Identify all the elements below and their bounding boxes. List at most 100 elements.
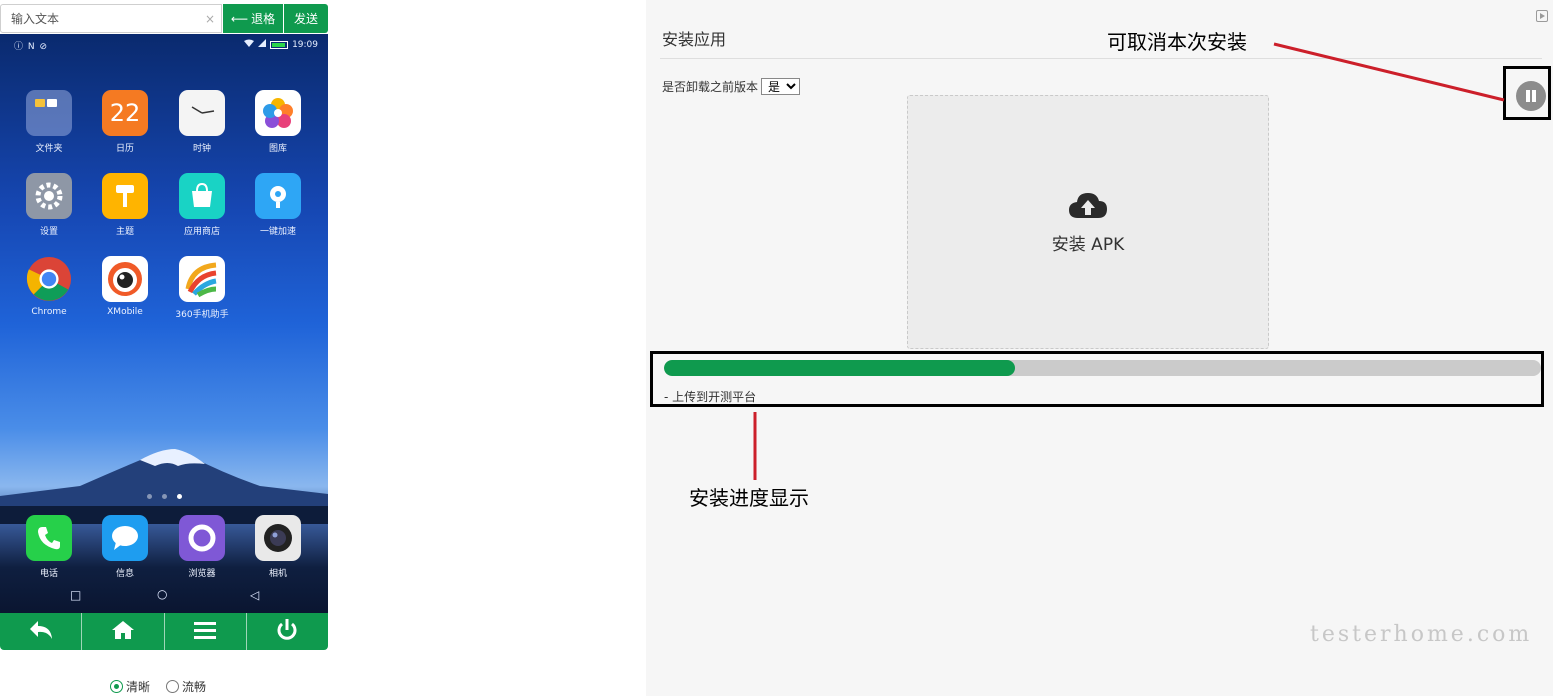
- pause-cancel-icon[interactable]: [1516, 81, 1546, 111]
- app-label: 信息: [115, 569, 134, 579]
- expand-panel-icon[interactable]: [1536, 10, 1548, 22]
- app-xmobile[interactable]: XMobile: [90, 256, 160, 317]
- gallery-icon: [255, 90, 301, 136]
- browser-icon: [179, 515, 225, 561]
- home-icon: [111, 620, 135, 644]
- text-input[interactable]: [1, 5, 221, 32]
- app-label: 一键加速: [259, 227, 296, 237]
- device-home-button[interactable]: [81, 613, 163, 650]
- app-chrome[interactable]: Chrome: [14, 256, 84, 317]
- uninstall-label: 是否卸载之前版本: [662, 80, 759, 94]
- app-clock[interactable]: 时钟: [167, 90, 237, 154]
- menu-icon: [193, 620, 217, 644]
- app-speed-up[interactable]: 一键加速: [243, 173, 313, 237]
- app-folder[interactable]: 文件夹: [14, 90, 84, 154]
- recent-apps-icon[interactable]: □: [70, 588, 81, 602]
- theme-icon: [102, 173, 148, 219]
- text-input-bar: × ⟵ 退格 发送: [0, 4, 328, 33]
- send-label: 发送: [293, 12, 318, 26]
- 360-assistant-icon: [179, 256, 225, 302]
- back-triangle-icon[interactable]: ◁: [250, 588, 259, 602]
- phone-control-panel: × ⟵ 退格 发送 ⓘ N ⊘ 19:09: [0, 0, 330, 696]
- app-label: XMobile: [107, 307, 143, 317]
- speed-up-icon: [255, 173, 301, 219]
- watermark: testerhome.com: [1310, 622, 1533, 647]
- dock-messages[interactable]: 信息: [90, 515, 160, 579]
- app-store[interactable]: 应用商店: [167, 173, 237, 237]
- app-label: 文件夹: [35, 144, 63, 154]
- clock-time: 19:09: [292, 39, 318, 50]
- app-label: 设置: [39, 227, 58, 237]
- cancel-highlight-box: [1503, 66, 1551, 120]
- page-dot: [146, 494, 152, 499]
- chrome-icon: [26, 256, 72, 302]
- status-icons: ⓘ N ⊘: [14, 42, 48, 52]
- dock-phone[interactable]: 电话: [14, 515, 84, 579]
- app-store-icon: [179, 173, 225, 219]
- cancel-annotation-text: 可取消本次安装: [1107, 30, 1247, 54]
- radio-unchecked-icon: [166, 680, 180, 693]
- camera-icon: [255, 515, 301, 561]
- device-menu-button[interactable]: [163, 613, 246, 650]
- app-360-assistant[interactable]: 360手机助手: [167, 256, 237, 320]
- apk-upload-dropzone[interactable]: 安装 APK: [907, 95, 1269, 349]
- uninstall-select[interactable]: 是: [761, 78, 801, 95]
- battery-icon: [270, 40, 289, 49]
- app-gallery[interactable]: 图库: [243, 90, 313, 154]
- phone-screen[interactable]: ⓘ N ⊘ 19:09 文件夹 22 日历 时钟 图库 设置 主题 应用商店 一…: [0, 34, 328, 614]
- progress-highlight-box: - 上传到开测平台: [650, 351, 1544, 407]
- quality-label: 清晰: [126, 680, 151, 694]
- status-right: 19:09: [244, 39, 318, 50]
- page-dot-active: [176, 494, 182, 499]
- quality-option-smooth[interactable]: 流畅: [166, 678, 206, 695]
- quality-label: 流畅: [182, 680, 207, 694]
- app-label: 主题: [115, 227, 134, 237]
- device-power-button[interactable]: [245, 613, 328, 650]
- backspace-label: 退格: [251, 12, 276, 26]
- uninstall-option-row: 是否卸载之前版本 是: [662, 78, 801, 95]
- progress-annotation-text: 安装进度显示: [689, 486, 809, 510]
- app-label: 时钟: [192, 144, 211, 154]
- radio-checked-icon: [110, 680, 123, 693]
- app-theme[interactable]: 主题: [90, 173, 160, 237]
- backspace-button[interactable]: ⟵ 退格: [222, 4, 283, 33]
- home-circle-icon[interactable]: ○: [157, 587, 167, 601]
- folder-icon: [26, 90, 72, 136]
- quality-selector: 清晰 流畅: [110, 678, 206, 695]
- app-calendar[interactable]: 22 日历: [90, 90, 160, 154]
- app-label: 应用商店: [183, 227, 220, 237]
- clock-icon: [179, 90, 225, 136]
- back-arrow-icon: [28, 619, 54, 645]
- text-input-wrapper: ×: [0, 4, 222, 33]
- quality-option-clear[interactable]: 清晰: [110, 678, 150, 695]
- clear-icon[interactable]: ×: [205, 12, 215, 26]
- calendar-icon: 22: [102, 90, 148, 136]
- dock-camera[interactable]: 相机: [243, 515, 313, 579]
- app-label: 相机: [268, 569, 287, 579]
- messages-icon: [102, 515, 148, 561]
- wifi-icon: [244, 39, 255, 50]
- signal-icon: [258, 39, 267, 50]
- device-back-button[interactable]: [0, 613, 81, 650]
- settings-icon: [26, 173, 72, 219]
- send-button[interactable]: 发送: [283, 4, 328, 33]
- app-label: Chrome: [31, 307, 67, 317]
- wallpaper-mountain: [0, 449, 328, 524]
- upload-label: 安装 APK: [1051, 234, 1125, 255]
- device-control-bar: [0, 613, 328, 650]
- cloud-upload-icon: [1068, 190, 1108, 224]
- install-panel: 安装应用 是否卸载之前版本 是 安装 APK - 上传到开测平台 testerh…: [646, 0, 1553, 696]
- app-settings[interactable]: 设置: [14, 173, 84, 237]
- phone-icon: [26, 515, 72, 561]
- page-indicator: [0, 494, 328, 502]
- dock-browser[interactable]: 浏览器: [167, 515, 237, 579]
- calendar-day: 22: [109, 99, 141, 127]
- app-label: 360手机助手: [175, 310, 229, 320]
- app-label: 图库: [268, 144, 287, 154]
- status-bar: ⓘ N ⊘ 19:09: [0, 34, 328, 56]
- progress-bar: [664, 360, 1541, 376]
- power-icon: [275, 618, 299, 646]
- app-label: 电话: [39, 569, 58, 579]
- app-label: 日历: [115, 144, 134, 154]
- progress-fill: [664, 360, 1015, 376]
